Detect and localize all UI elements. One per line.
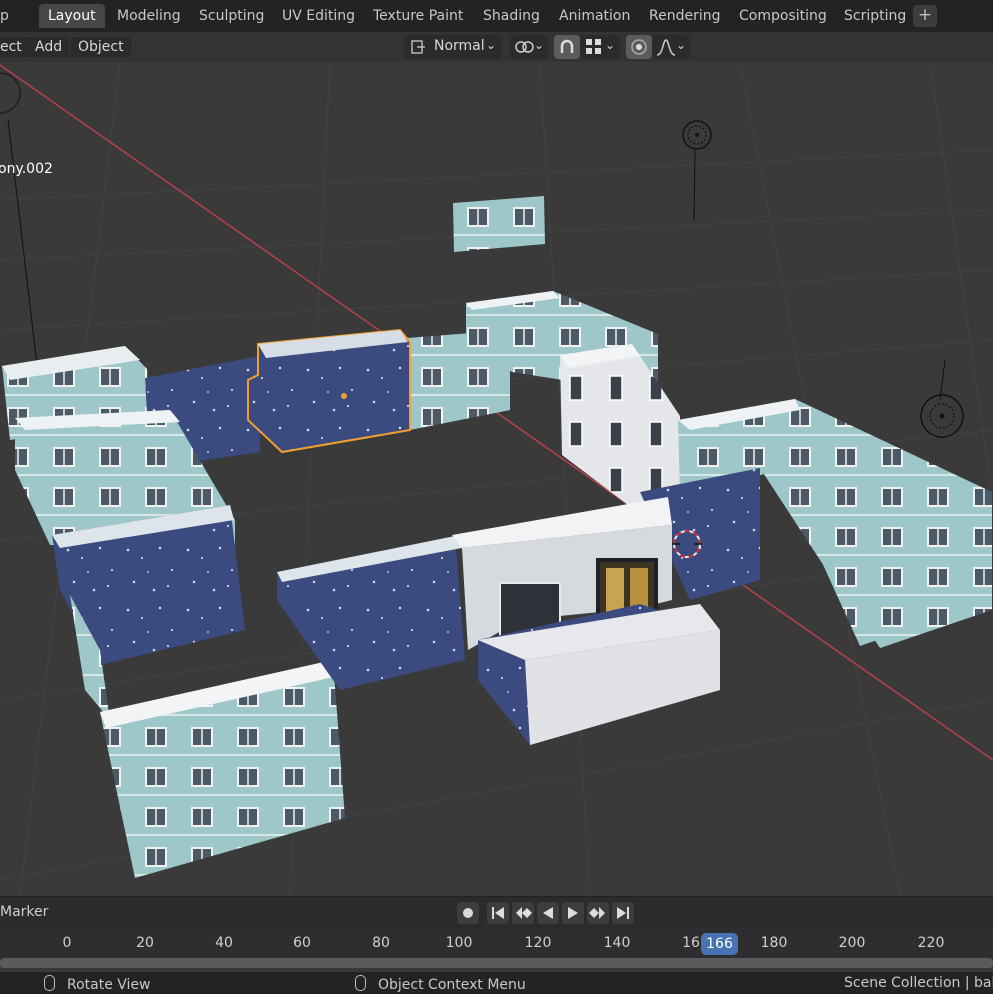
play-reverse-button[interactable] [537, 902, 559, 924]
workspace-topbar: p Layout Modeling Sculpting UV Editing T… [0, 0, 993, 32]
snap-toggle[interactable] [554, 35, 580, 59]
timeline-scrollbar[interactable] [0, 958, 993, 968]
snap-target-dropdown[interactable]: ⌄ [580, 35, 620, 59]
light-icon[interactable] [916, 390, 968, 442]
scene-render [0, 62, 993, 896]
light-icon[interactable] [677, 116, 717, 156]
tab-compositing[interactable]: Compositing [730, 4, 836, 28]
frame-tick: 20 [136, 935, 154, 951]
chevron-down-icon: ⌄ [485, 38, 496, 52]
frame-tick: 0 [62, 935, 72, 951]
magnet-icon [560, 39, 574, 53]
frame-tick: 140 [603, 935, 631, 951]
select-menu[interactable]: ect [0, 37, 29, 57]
frame-tick: 80 [372, 935, 390, 951]
add-workspace-button[interactable]: + [913, 5, 937, 27]
frame-tick: 200 [838, 935, 866, 951]
frame-tick: 16 [682, 935, 700, 951]
add-menu[interactable]: Add [28, 37, 70, 57]
snap-grid-icon [586, 39, 601, 54]
object-menu[interactable]: Object [71, 37, 131, 57]
falloff-dropdown[interactable]: ⌄ [652, 35, 690, 59]
frame-tick: 60 [293, 935, 311, 951]
object-name-label: ony.002 [0, 161, 53, 177]
current-frame-indicator[interactable]: 166 [701, 933, 738, 955]
mouse-middle-icon [44, 975, 55, 991]
timeline-ruler[interactable]: 0 20 40 60 80 100 120 140 16 180 200 220… [0, 928, 993, 960]
rotate-view-label: Rotate View [67, 977, 151, 993]
pivot-icon [515, 41, 534, 53]
tab-texture-paint[interactable]: Texture Paint [364, 4, 472, 28]
status-rotate-view: Rotate View [44, 975, 151, 993]
chevron-down-icon: ⌄ [604, 38, 615, 52]
falloff-curve-icon [656, 39, 676, 56]
mouse-right-icon [355, 975, 366, 991]
tab-uv-editing[interactable]: UV Editing [273, 4, 364, 28]
status-bar: Rotate View Object Context Menu Scene Co… [0, 972, 993, 994]
tab-layout[interactable]: Layout [39, 4, 105, 28]
tab-shading[interactable]: Shading [474, 4, 549, 28]
pivot-point-dropdown[interactable]: ⌄ [510, 35, 548, 59]
frame-tick: 180 [760, 935, 788, 951]
frame-tick: 100 [445, 935, 473, 951]
marker-menu[interactable]: Marker [0, 904, 48, 920]
frame-tick: 220 [917, 935, 945, 951]
record-icon [463, 908, 473, 918]
tab-modeling[interactable]: Modeling [108, 4, 190, 28]
next-keyframe-icon [589, 907, 605, 919]
tab-scripting[interactable]: Scripting [835, 4, 915, 28]
play-icon [568, 907, 578, 919]
chevron-down-icon: ⌄ [533, 38, 544, 52]
prev-keyframe-icon [516, 907, 532, 919]
jump-start-icon [492, 907, 504, 919]
timeline-header: Marker [0, 896, 993, 929]
scene-collection-info: Scene Collection | balco [844, 975, 993, 991]
proportional-edit-icon [631, 39, 647, 55]
play-button[interactable] [562, 902, 584, 924]
orientation-label: Normal [434, 38, 485, 54]
tab-rendering[interactable]: Rendering [640, 4, 730, 28]
play-reverse-icon [543, 907, 553, 919]
orientation-icon [411, 40, 425, 54]
file-menu-fragment[interactable]: p [0, 4, 9, 28]
jump-keyframe-next-button[interactable] [587, 902, 609, 924]
jump-keyframe-prev-button[interactable] [512, 902, 534, 924]
status-context-menu: Object Context Menu [355, 975, 526, 993]
tab-animation[interactable]: Animation [550, 4, 639, 28]
tab-sculpting[interactable]: Sculpting [190, 4, 273, 28]
frame-tick: 40 [215, 935, 233, 951]
context-menu-label: Object Context Menu [378, 977, 526, 993]
proportional-edit-toggle[interactable] [626, 35, 652, 59]
jump-end-icon [617, 907, 629, 919]
3d-viewport[interactable]: ony.002 [0, 62, 993, 896]
jump-end-button[interactable] [612, 902, 634, 924]
record-button[interactable] [457, 902, 479, 924]
jump-start-button[interactable] [487, 902, 509, 924]
frame-tick: 120 [524, 935, 552, 951]
transform-orientation-dropdown[interactable]: Normal ⌄ [404, 35, 502, 59]
chevron-down-icon: ⌄ [675, 38, 686, 52]
